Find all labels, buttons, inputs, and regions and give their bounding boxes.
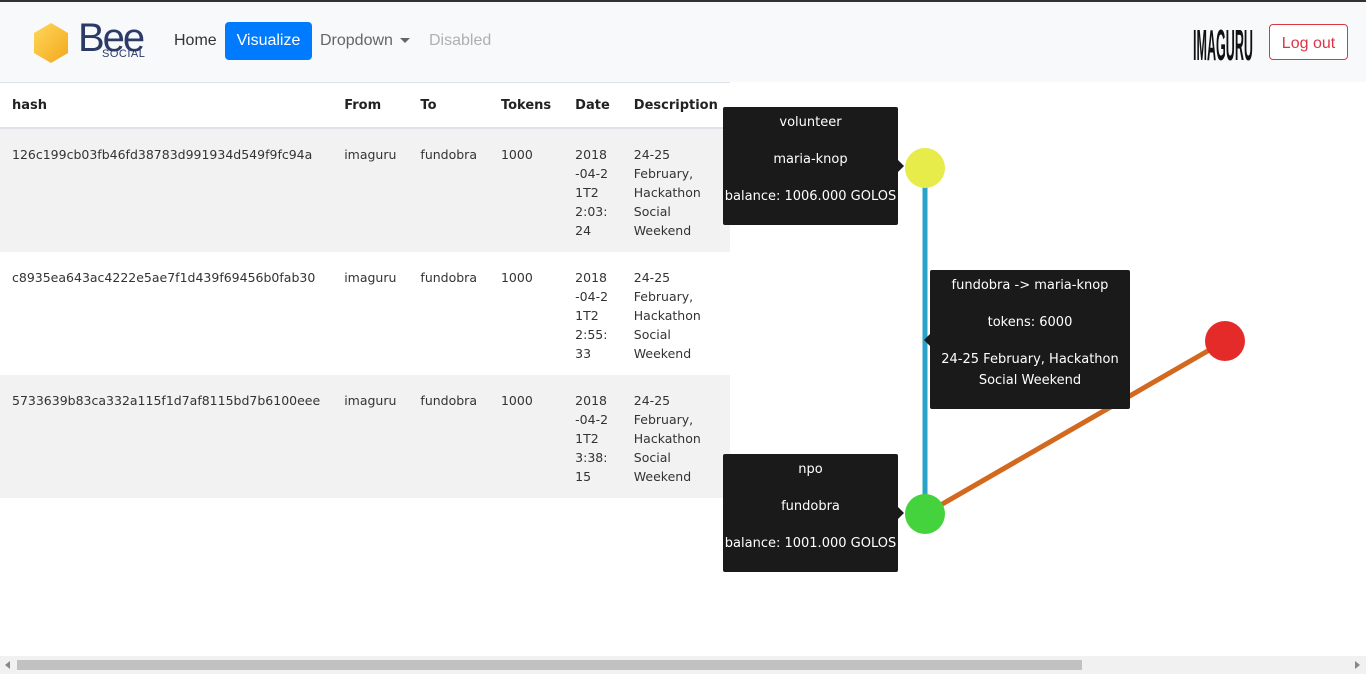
cell-tokens: 1000 [488,252,564,375]
imaguru-logo-text: IMAGURU [1193,21,1253,66]
column-header-tokens[interactable]: Tokens [488,82,564,129]
cell-from: imaguru [332,252,409,375]
graph-node-volunteer[interactable] [905,148,945,188]
brand-logo[interactable]: Bee SOCIAL [30,16,160,66]
table-row[interactable]: c8935ea643ac4222e5ae7f1d439f69456b0fab30… [0,252,730,375]
network-graph: volunteer maria-knop balance: 1006.000 G… [697,82,1366,656]
nav-home-link[interactable]: Home [174,22,217,60]
tooltip-pointer [898,507,904,519]
cell-hash: 126c199cb03fb46fd38783d991934d549f9fc94a [0,128,333,252]
column-header-to[interactable]: To [408,82,489,129]
cell-date: 2018-04-21T23:38:15 [563,375,622,498]
tooltip-name: maria-knop [773,152,848,167]
tooltip-name: fundobra [781,499,840,514]
table-header-row: hash From To Tokens Date Description [0,82,730,129]
cell-hash: c8935ea643ac4222e5ae7f1d439f69456b0fab30 [0,252,333,375]
tooltip-pointer [924,334,930,346]
nav-visualize-button[interactable]: Visualize [225,22,312,60]
cell-date: 2018-04-21T22:55:33 [563,252,622,375]
navbar: Bee SOCIAL Home Visualize Dropdown Disab… [0,2,1366,82]
column-header-hash[interactable]: hash [0,82,333,129]
scrollbar-thumb[interactable] [17,660,1082,670]
scroll-left-icon[interactable] [5,661,10,669]
graph-node-other[interactable] [1205,321,1245,361]
tooltip-edge: fundobra -> maria-knop tokens: 6000 24-2… [924,270,1130,409]
table-row[interactable]: 126c199cb03fb46fd38783d991934d549f9fc94a… [0,128,730,252]
column-header-from[interactable]: From [332,82,409,129]
transactions-table: hash From To Tokens Date Description 126… [0,82,730,498]
table-row[interactable]: 5733639b83ca332a115f1d7af8115bd7b6100eee… [0,375,730,498]
tooltip-npo: npo fundobra balance: 1001.000 GOLOS [723,454,904,572]
cell-tokens: 1000 [488,375,564,498]
cell-hash: 5733639b83ca332a115f1d7af8115bd7b6100eee [0,375,333,498]
tooltip-description-line1: 24-25 February, Hackathon [941,352,1119,367]
graph-node-npo[interactable] [905,494,945,534]
tooltip-tokens: tokens: 6000 [987,315,1073,330]
tooltip-balance: balance: 1006.000 GOLOS [724,189,897,204]
honeycomb-icon [34,23,68,63]
cell-from: imaguru [332,375,409,498]
cell-tokens: 1000 [488,128,564,252]
column-header-date[interactable]: Date [563,82,622,129]
cell-from: imaguru [332,128,409,252]
tooltip-role: npo [798,462,823,477]
logout-button[interactable]: Log out [1269,24,1348,60]
horizontal-scrollbar[interactable] [0,656,1366,674]
tooltip-route: fundobra -> maria-knop [951,278,1109,293]
cell-to: fundobra [408,252,489,375]
scroll-right-icon[interactable] [1355,661,1360,669]
brand-subtitle: SOCIAL [102,48,146,60]
nav-dropdown-label: Dropdown [320,32,393,49]
caret-down-icon [399,38,410,44]
tooltip-description-line2: Social Weekend [978,373,1082,388]
tooltip-pointer [898,160,904,172]
tooltip-volunteer: volunteer maria-knop balance: 1006.000 G… [723,107,904,225]
imaguru-logo: IMAGURU [1193,21,1253,66]
tooltip-balance: balance: 1001.000 GOLOS [724,536,897,551]
cell-to: fundobra [408,375,489,498]
nav-disabled-link: Disabled [429,32,492,49]
nav-dropdown-toggle[interactable]: Dropdown [320,22,410,60]
cell-to: fundobra [408,128,489,252]
tooltip-role: volunteer [779,115,842,130]
cell-date: 2018-04-21T22:03:24 [563,128,622,252]
